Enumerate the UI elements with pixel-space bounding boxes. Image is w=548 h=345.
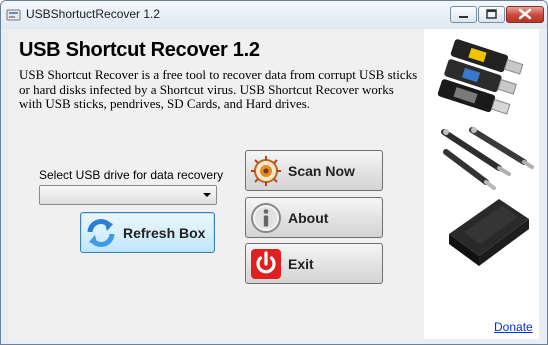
scan-now-button[interactable]: Scan Now [245,150,383,191]
app-window: USBShortuctRecover 1.2 USB Shortcut Reco… [0,0,548,345]
maximize-button[interactable] [478,6,505,23]
title-bar[interactable]: USBShortuctRecover 1.2 [1,1,547,29]
exit-button[interactable]: Exit [245,243,383,284]
chevron-down-icon[interactable] [203,193,211,197]
app-description: USB Shortcut Recover is a free tool to r… [19,67,418,111]
drive-select-label: Select USB drive for data recovery [39,168,224,182]
minimize-button[interactable] [450,6,477,23]
usb-sticks-image [437,39,524,115]
scan-now-button-label: Scan Now [288,162,355,179]
app-icon [6,9,21,21]
scan-icon [251,155,281,186]
about-button-label: About [288,209,329,226]
drive-select[interactable] [39,185,217,205]
close-icon [518,8,532,20]
refresh-icon [87,218,115,247]
side-panel: Donate [424,29,539,339]
donate-link[interactable]: Donate [494,320,533,334]
main-panel: USB Shortcut Recover 1.2 USB Shortcut Re… [8,29,424,339]
hard-drive-image [449,199,529,266]
client-area: USB Shortcut Recover 1.2 USB Shortcut Re… [8,29,539,339]
close-button[interactable] [506,6,544,23]
info-icon [251,202,281,233]
minimize-icon [459,16,468,18]
about-button[interactable]: About [245,197,383,238]
refresh-button-label: Refresh Box [123,224,206,241]
app-heading: USB Shortcut Recover 1.2 [19,39,260,61]
power-icon [251,248,281,279]
window-title: USBShortuctRecover 1.2 [26,7,161,21]
maximize-icon [486,9,497,19]
exit-button-label: Exit [288,255,314,272]
refresh-button[interactable]: Refresh Box [80,212,215,253]
pens-image [441,127,534,190]
